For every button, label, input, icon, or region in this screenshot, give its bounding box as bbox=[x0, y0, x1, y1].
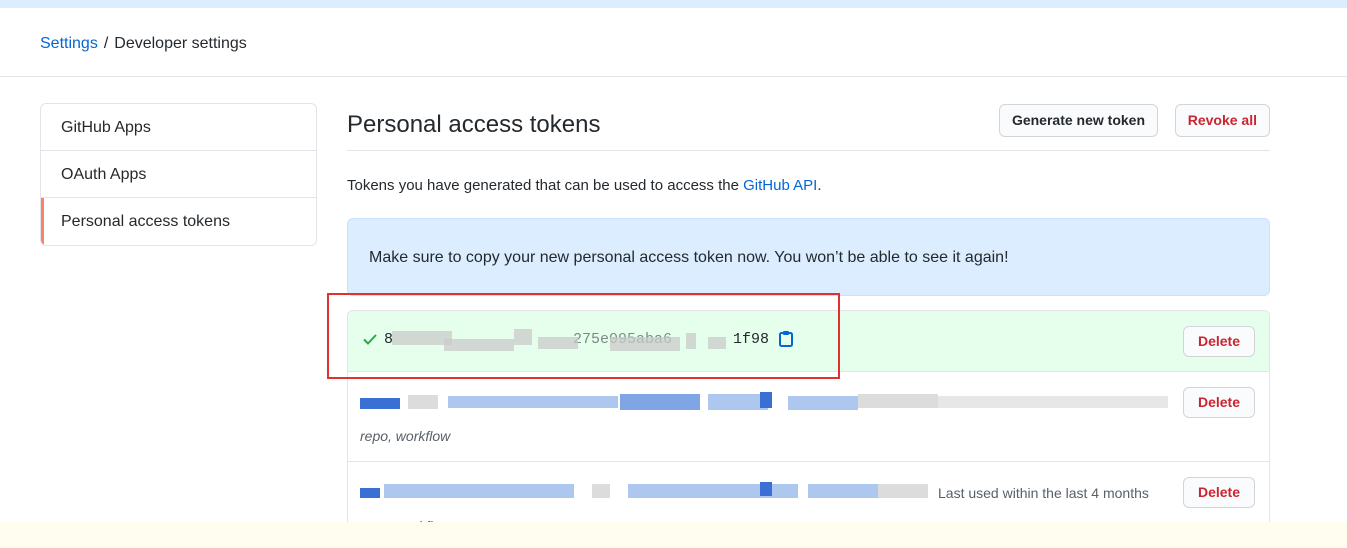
sidebar-item-github-apps[interactable]: GitHub Apps bbox=[41, 104, 316, 151]
redaction-block bbox=[408, 395, 438, 409]
redaction-block bbox=[760, 392, 772, 408]
redaction-block bbox=[620, 394, 700, 410]
redaction-block bbox=[788, 396, 858, 410]
token-scopes: repo, workflow bbox=[360, 428, 451, 444]
redaction-block bbox=[448, 396, 618, 408]
redaction-block bbox=[858, 394, 938, 408]
title-row: Personal access tokens Generate new toke… bbox=[347, 103, 1270, 151]
delete-token-button[interactable]: Delete bbox=[1182, 477, 1255, 508]
delete-token-button[interactable]: Delete bbox=[1182, 326, 1255, 357]
sidebar-item-personal-access-tokens[interactable]: Personal access tokens bbox=[41, 198, 316, 245]
redaction-block bbox=[384, 484, 574, 498]
redaction-block bbox=[808, 484, 878, 498]
breadcrumb-current: Developer settings bbox=[114, 35, 247, 52]
developer-settings-sidebar: GitHub Apps OAuth Apps Personal access t… bbox=[40, 103, 317, 246]
redaction-block bbox=[592, 484, 610, 498]
flash-notice: Make sure to copy your new personal acce… bbox=[347, 218, 1270, 296]
main-content: Personal access tokens Generate new toke… bbox=[347, 103, 1270, 542]
bottom-overlay bbox=[0, 522, 1347, 548]
breadcrumb-settings-link[interactable]: Settings bbox=[40, 35, 98, 52]
redaction-block bbox=[708, 394, 768, 410]
breadcrumb: Settings / Developer settings bbox=[40, 35, 247, 53]
description-text: Tokens you have generated that can be us… bbox=[347, 177, 744, 194]
annotation-highlight-box bbox=[327, 293, 840, 379]
redacted-token-name[interactable] bbox=[360, 398, 400, 409]
top-banner-strip bbox=[0, 0, 1347, 8]
flash-message: Make sure to copy your new personal acce… bbox=[369, 249, 1009, 266]
delete-token-button[interactable]: Delete bbox=[1182, 387, 1255, 418]
redaction-block bbox=[938, 396, 1168, 408]
generate-new-token-button[interactable]: Generate new token bbox=[998, 104, 1158, 137]
redaction-block bbox=[878, 484, 928, 498]
redaction-block bbox=[760, 482, 772, 496]
page-description: Tokens you have generated that can be us… bbox=[347, 177, 821, 194]
sidebar-item-oauth-apps[interactable]: OAuth Apps bbox=[41, 151, 316, 198]
token-row: repo, workflow Delete bbox=[348, 372, 1269, 462]
header-divider bbox=[0, 76, 1347, 77]
token-last-used: Last used within the last 4 months bbox=[938, 485, 1149, 501]
breadcrumb-separator: / bbox=[103, 35, 109, 52]
github-api-link[interactable]: GitHub API bbox=[743, 177, 817, 194]
redaction-block bbox=[628, 484, 798, 498]
redacted-token-name[interactable] bbox=[360, 488, 380, 498]
revoke-all-button[interactable]: Revoke all bbox=[1174, 104, 1270, 137]
description-period: . bbox=[817, 177, 822, 194]
